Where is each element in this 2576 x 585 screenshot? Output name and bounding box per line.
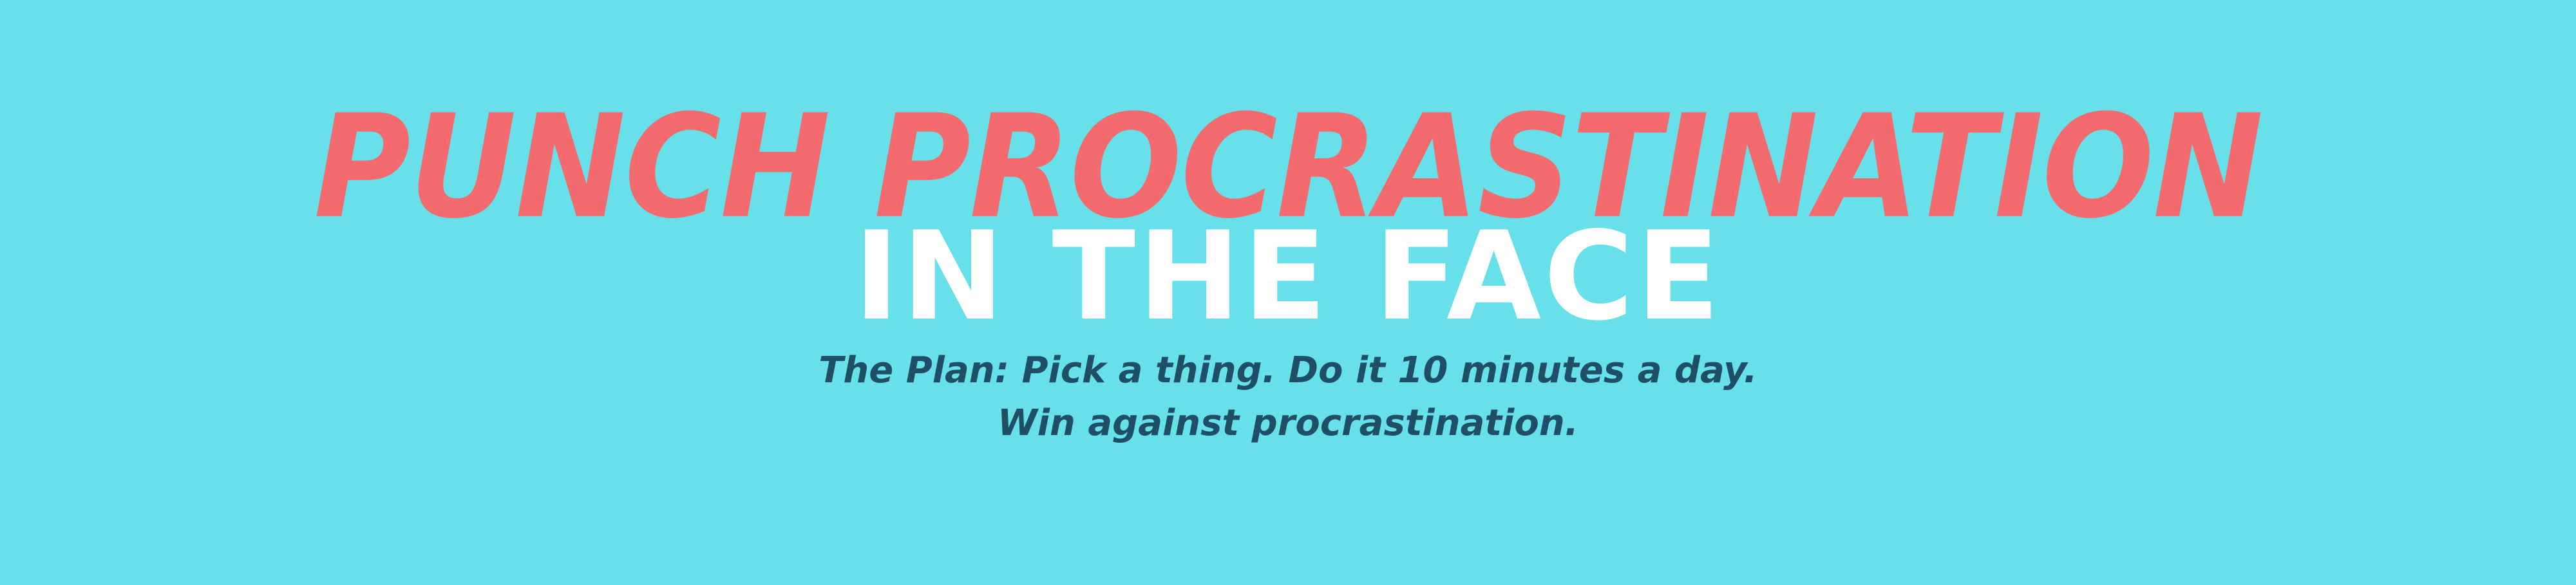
banner: PUNCH PROCRASTINATION IN THE FACE The Pl… [0,0,2576,585]
tagline-plan: The Plan: Pick a thing. Do it 10 minutes… [819,349,1757,391]
tagline-win: Win against procrastination. [998,402,1578,444]
headline-in-the-face: IN THE FACE [853,205,1723,348]
